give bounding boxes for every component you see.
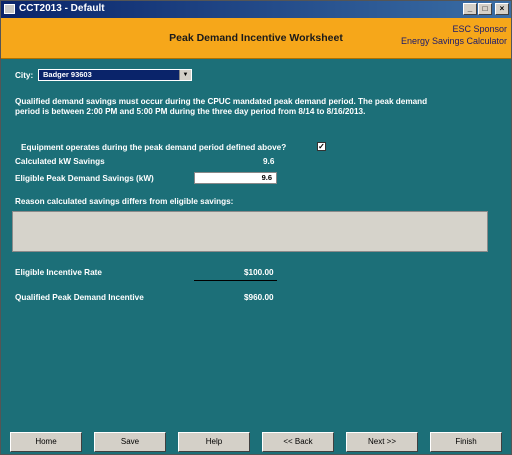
rate-divider <box>194 280 277 281</box>
chevron-down-icon[interactable]: ▼ <box>179 70 191 80</box>
incentive-value: $960.00 <box>244 293 274 302</box>
city-selected-value: Badger 93603 <box>43 70 92 79</box>
equipment-label: Equipment operates during the peak deman… <box>21 143 287 152</box>
incentive-label: Qualified Peak Demand Incentive <box>15 293 144 302</box>
calc-kw-value: 9.6 <box>263 157 275 166</box>
navigation-bar: Home Save Help << Back Next >> Finish <box>1 429 511 454</box>
header-branding: ESC Sponsor Energy Savings Calculator <box>401 23 507 47</box>
page-header: Peak Demand Incentive Worksheet ESC Spon… <box>1 18 511 59</box>
reason-label: Reason calculated savings differs from e… <box>15 197 234 206</box>
window-title: CCT2013 - Default <box>19 3 105 14</box>
sponsor-label: ESC Sponsor <box>452 24 507 34</box>
maximize-icon[interactable]: □ <box>478 3 492 15</box>
title-bar: CCT2013 - Default _ □ × <box>1 1 511 18</box>
calculator-label: Energy Savings Calculator <box>400 36 507 46</box>
rate-label: Eligible Incentive Rate <box>15 268 102 277</box>
minimize-icon[interactable]: _ <box>463 3 477 15</box>
home-button[interactable]: Home <box>10 432 82 452</box>
finish-button[interactable]: Finish <box>430 432 502 452</box>
eligible-kw-input[interactable]: 9.6 <box>194 172 277 184</box>
worksheet-body: City: Badger 93603 ▼ Qualified demand sa… <box>1 59 511 429</box>
save-button[interactable]: Save <box>94 432 166 452</box>
equipment-checkbox[interactable]: ✓ <box>317 142 326 151</box>
rate-value: $100.00 <box>244 268 274 277</box>
city-label: City: <box>15 71 34 80</box>
app-icon <box>4 4 15 14</box>
notice-line-1: Qualified demand savings must occur duri… <box>15 97 428 106</box>
close-icon[interactable]: × <box>495 3 509 15</box>
city-select[interactable]: Badger 93603 ▼ <box>38 69 192 81</box>
calc-kw-label: Calculated kW Savings <box>15 157 105 166</box>
next-button[interactable]: Next >> <box>346 432 418 452</box>
reason-textarea[interactable] <box>12 211 488 252</box>
help-button[interactable]: Help <box>178 432 250 452</box>
app-window: CCT2013 - Default _ □ × Peak Demand Ince… <box>0 0 512 455</box>
back-button[interactable]: << Back <box>262 432 334 452</box>
notice-line-2: period is between 2:00 PM and 5:00 PM du… <box>15 107 366 116</box>
eligible-kw-label: Eligible Peak Demand Savings (kW) <box>15 174 154 183</box>
